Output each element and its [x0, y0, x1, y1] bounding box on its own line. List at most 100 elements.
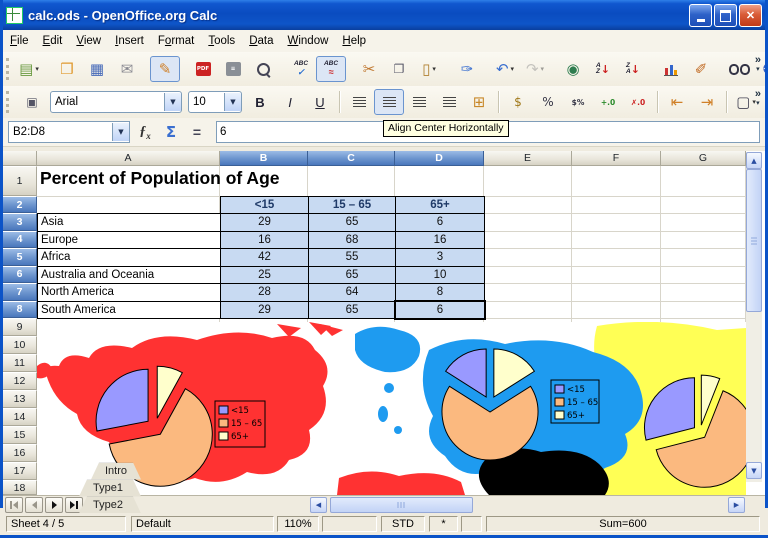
table-cell[interactable]: 42: [220, 248, 309, 267]
font-name-combo[interactable]: Arial▼: [50, 91, 182, 113]
align-left-icon[interactable]: [344, 89, 374, 115]
new-document-icon[interactable]: ▤▾: [14, 56, 44, 82]
row-header-3[interactable]: 3: [3, 213, 37, 231]
menu-insert[interactable]: Insert: [108, 32, 151, 50]
table-cell[interactable]: 16: [220, 231, 309, 250]
toolbar-grip[interactable]: [6, 91, 12, 113]
row-header-8[interactable]: 8: [3, 301, 37, 319]
align-center-icon[interactable]: [374, 89, 404, 115]
spreadsheet-grid[interactable]: <1515 – 6565+<1515 – 6565+ <1515 – 6565+…: [0, 150, 768, 495]
delete-decimal-icon[interactable]: ✗.0: [623, 89, 653, 115]
row-header-5[interactable]: 5: [3, 248, 37, 266]
table-row-name[interactable]: South America: [37, 301, 221, 320]
scroll-right-icon[interactable]: ▶: [728, 497, 745, 513]
vertical-scrollbar[interactable]: ▲ ▼: [746, 152, 762, 482]
table-cell[interactable]: 3: [395, 248, 485, 267]
row-header-7[interactable]: 7: [3, 283, 37, 301]
page-preview-icon[interactable]: [248, 56, 278, 82]
export-pdf-icon[interactable]: PDF: [188, 56, 218, 82]
save-icon[interactable]: ▦: [82, 56, 112, 82]
function-wizard-button[interactable]: ƒx: [134, 121, 156, 143]
email-icon[interactable]: ✉: [112, 56, 142, 82]
merge-cells-icon[interactable]: ⊞: [464, 89, 494, 115]
menu-window[interactable]: Window: [281, 32, 336, 50]
underline-button[interactable]: U: [305, 89, 335, 115]
redo-icon[interactable]: ↷▾: [520, 56, 550, 82]
world-map-pie-chart[interactable]: <1515 – 6565+<1515 – 6565+: [37, 322, 746, 495]
paste-icon[interactable]: ▯▾: [414, 56, 444, 82]
standard-format-icon[interactable]: $%: [563, 89, 593, 115]
row-header-4[interactable]: 4: [3, 231, 37, 249]
dropdown-icon[interactable]: ▾: [511, 65, 515, 73]
row-header-15[interactable]: 15: [3, 426, 37, 444]
first-sheet-button[interactable]: [5, 497, 23, 513]
undo-icon[interactable]: ↶▾: [490, 56, 520, 82]
row-header-18[interactable]: 18: [3, 480, 37, 495]
sort-descending-icon[interactable]: ZA↓: [618, 56, 648, 82]
align-justify-icon[interactable]: [434, 89, 464, 115]
menu-help[interactable]: Help: [335, 32, 373, 50]
decrease-indent-icon[interactable]: ⇤: [662, 89, 692, 115]
column-header-E[interactable]: E: [484, 150, 572, 166]
status-zoom[interactable]: 110%: [277, 516, 319, 532]
hyperlink-icon[interactable]: ◉: [558, 56, 588, 82]
table-cell[interactable]: 28: [220, 283, 309, 302]
row-header-17[interactable]: 17: [3, 462, 37, 480]
row-header-16[interactable]: 16: [3, 444, 37, 462]
menu-format[interactable]: Format: [151, 32, 201, 50]
insert-chart-icon[interactable]: [656, 56, 686, 82]
column-header-A[interactable]: A: [37, 150, 220, 166]
table-row-name[interactable]: North America: [37, 283, 221, 302]
autospellcheck-icon[interactable]: ABC≈: [316, 56, 346, 82]
styles-icon[interactable]: ▣: [17, 89, 47, 115]
find-replace-icon[interactable]: [724, 56, 754, 82]
row-header-14[interactable]: 14: [3, 408, 37, 426]
open-icon[interactable]: ❒: [52, 56, 82, 82]
menu-tools[interactable]: Tools: [201, 32, 242, 50]
table-row-name[interactable]: Europe: [37, 231, 221, 250]
table-col-header[interactable]: 15 – 65: [308, 196, 396, 214]
scroll-up-icon[interactable]: ▲: [746, 152, 762, 169]
copy-icon[interactable]: ❐: [384, 56, 414, 82]
column-header-G[interactable]: G: [661, 150, 746, 166]
sheet-tab-intro[interactable]: Intro: [91, 463, 141, 480]
table-cell[interactable]: 68: [308, 231, 396, 250]
spellcheck-icon[interactable]: ABC✓: [286, 56, 316, 82]
maximize-button[interactable]: [714, 4, 737, 27]
name-box-dropdown-icon[interactable]: ▼: [112, 123, 129, 141]
table-row-name[interactable]: Australia and Oceania: [37, 266, 221, 285]
font-size-combo[interactable]: 10▼: [188, 91, 242, 113]
dropdown-icon[interactable]: ▾: [35, 65, 39, 73]
function-button[interactable]: =: [186, 121, 208, 143]
cut-icon[interactable]: ✂: [354, 56, 384, 82]
row-header-11[interactable]: 11: [3, 354, 37, 372]
add-decimal-icon[interactable]: +.0: [593, 89, 623, 115]
dropdown-icon[interactable]: ▼: [224, 93, 241, 111]
previous-sheet-button[interactable]: [25, 497, 43, 513]
format-paintbrush-icon[interactable]: ✑: [452, 56, 482, 82]
table-row-name[interactable]: Asia: [37, 213, 221, 232]
table-cell[interactable]: 16: [395, 231, 485, 250]
select-all-corner[interactable]: [3, 150, 37, 166]
name-box[interactable]: B2:D8 ▼: [8, 121, 130, 143]
minimize-button[interactable]: [689, 4, 712, 27]
vertical-scroll-thumb[interactable]: [746, 169, 762, 312]
next-sheet-button[interactable]: [45, 497, 63, 513]
table-cell[interactable]: 64: [308, 283, 396, 302]
column-header-B[interactable]: B: [220, 150, 308, 166]
print-icon[interactable]: ≡: [218, 56, 248, 82]
sort-ascending-icon[interactable]: AZ↓: [588, 56, 618, 82]
menu-edit[interactable]: Edit: [36, 32, 70, 50]
row-header-9[interactable]: 9: [3, 318, 37, 336]
sheet-tab-type2[interactable]: Type2: [79, 497, 141, 514]
sheet-tab-type1[interactable]: Type1: [79, 480, 141, 497]
table-row-name[interactable]: Africa: [37, 248, 221, 267]
row-header-12[interactable]: 12: [3, 372, 37, 390]
toolbar-overflow-button[interactable]: »▾: [755, 89, 761, 107]
increase-indent-icon[interactable]: ⇥: [692, 89, 722, 115]
menu-data[interactable]: Data: [242, 32, 280, 50]
table-col-header[interactable]: 65+: [395, 196, 485, 214]
scroll-left-icon[interactable]: ◀: [310, 497, 327, 513]
close-button[interactable]: ✕: [739, 4, 762, 27]
status-selection-mode[interactable]: STD: [381, 516, 425, 532]
